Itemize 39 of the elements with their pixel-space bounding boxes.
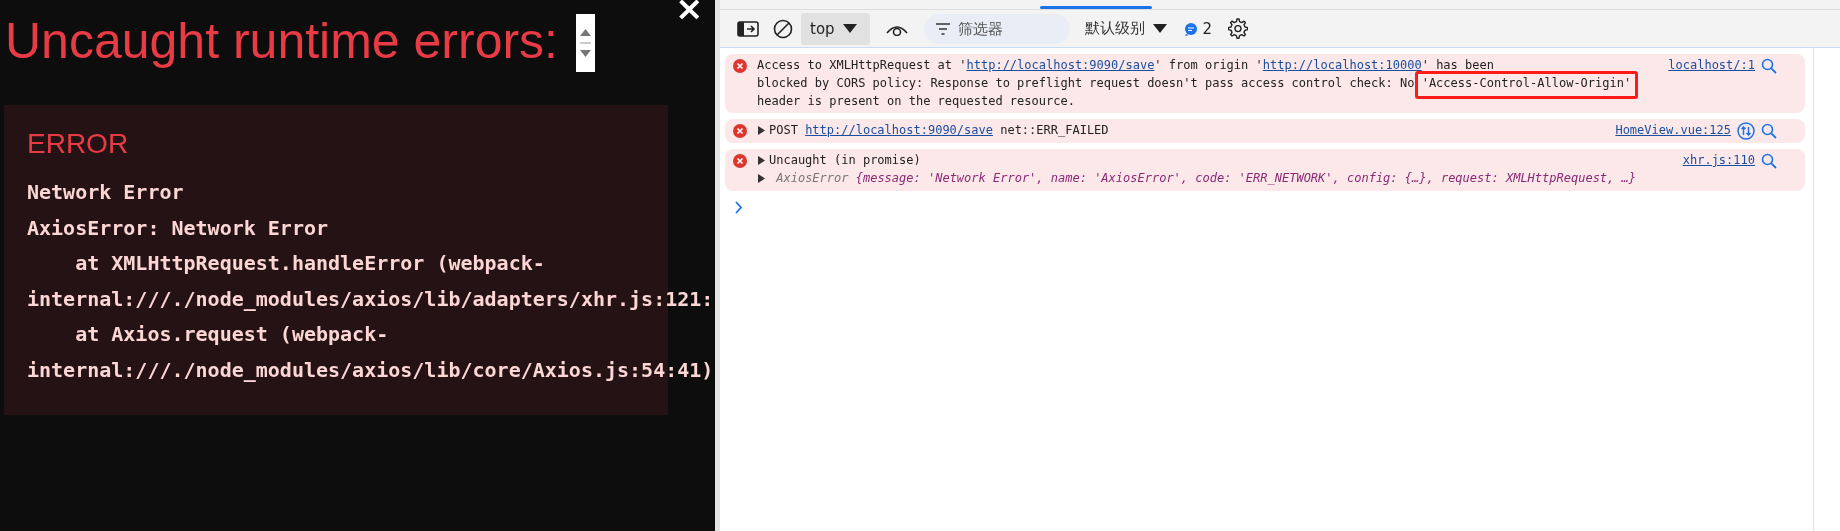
- error-icon: [733, 154, 747, 169]
- url-link[interactable]: http://localhost:10000: [1262, 58, 1422, 72]
- overlay-title: Uncaught runtime errors:: [5, 12, 558, 71]
- console-message-text: Uncaught (in promise): [757, 152, 1671, 171]
- error-label: ERROR: [27, 127, 129, 161]
- close-button[interactable]: ×: [671, 0, 708, 25]
- spinner-arrows-icon: [576, 14, 595, 72]
- issues-button[interactable]: 2: [1183, 19, 1213, 38]
- error-icon: [733, 59, 747, 73]
- clear-console-button[interactable]: [773, 18, 793, 39]
- console-message-text: Access to XMLHttpRequest at 'http://localhost:9090/save' from origin 'http://localhost:10000' has been blocked by CORS policy: Response to preflight request doesn't pass access control check: No 'Access-Control-Allow-Origin' header is present on the requested resource.: [757, 57, 1657, 111]
- console-message-text: POST http://localhost:9090/save net::ERR_FAILED: [757, 122, 1604, 141]
- caret-icon: [842, 24, 857, 33]
- source-link[interactable]: HomeView.vue:125: [1615, 122, 1731, 141]
- source-link[interactable]: xhr.js:110: [1682, 152, 1755, 171]
- error-icon: [733, 124, 747, 139]
- chat-bubble-icon: [1183, 21, 1198, 36]
- expand-arrow-icon[interactable]: [757, 156, 766, 166]
- filter-field[interactable]: 筛选器: [923, 13, 1070, 44]
- network-request-icon[interactable]: [1737, 122, 1755, 141]
- object-preview[interactable]: AxiosError {message: 'Network Error', name: 'AxiosError', code: 'ERR_NETWORK', config: {…}, request: XMLHttpRequest, …}: [757, 170, 1671, 188]
- magnifier-icon[interactable]: [1761, 153, 1777, 170]
- magnifier-icon[interactable]: [1761, 123, 1777, 140]
- settings-button[interactable]: [1228, 18, 1249, 39]
- filter-icon: [935, 22, 950, 35]
- magnifier-icon[interactable]: [1761, 57, 1777, 74]
- clear-icon: [773, 18, 793, 39]
- sidebar-toggle-button[interactable]: [737, 20, 759, 37]
- caret-icon: [1152, 24, 1167, 33]
- url-link[interactable]: http://localhost:9090/save: [966, 58, 1155, 72]
- expand-arrow-icon[interactable]: [757, 174, 766, 184]
- context-select[interactable]: top: [801, 12, 870, 45]
- prompt-chevron-icon: [735, 201, 743, 214]
- log-levels-dropdown[interactable]: 默认级别: [1084, 19, 1167, 38]
- settings-icon: [1228, 18, 1249, 39]
- source-link[interactable]: localhost/:1: [1668, 57, 1755, 75]
- expand-arrow-icon[interactable]: [757, 126, 766, 136]
- error-stack: Network Error AxiosError: Network Error at XMLHttpRequest.handleError (webpack- internal:///./node_modules/axios/lib/adapters/xhr.js:121: at Axios.request (webpack- internal:///./node_modules/axios/lib/core/Axios.js:54:41): [27, 179, 714, 384]
- url-link[interactable]: http://localhost:9090/save: [805, 123, 993, 138]
